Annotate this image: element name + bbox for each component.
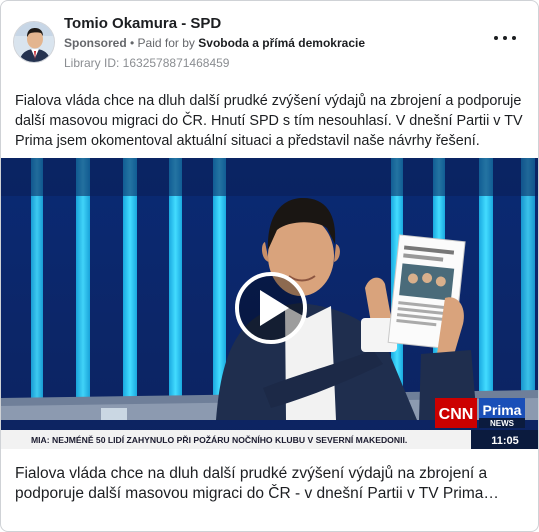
sponsor-line: Sponsored • Paid for by Svoboda a přímá … — [64, 36, 365, 50]
channel-logo: CNN Prima NEWS — [435, 398, 525, 428]
more-horizontal-icon — [494, 36, 498, 40]
avatar[interactable] — [13, 21, 55, 63]
post-header: Tomio Okamura - SPD Sponsored • Paid for… — [13, 13, 526, 73]
prima-logo-text: Prima — [483, 402, 522, 418]
clock-text: 11:05 — [491, 435, 519, 447]
page-name-link[interactable]: Tomio Okamura - SPD — [64, 15, 221, 32]
ad-post-card: Tomio Okamura - SPD Sponsored • Paid for… — [0, 0, 539, 532]
video-player[interactable]: CNN Prima NEWS MIA: NEJMÉNĚ 50 LIDÍ ZAHY… — [1, 158, 538, 449]
avatar-image — [14, 22, 54, 62]
funder-link[interactable]: Svoboda a přímá demokracie — [198, 36, 365, 50]
play-button[interactable] — [235, 272, 307, 344]
link-caption[interactable]: Fialova vláda chce na dluh další prudké … — [15, 464, 525, 504]
paid-for-label: • Paid for by — [130, 36, 195, 50]
cnn-logo-text: CNN — [439, 406, 474, 423]
video-frame: CNN Prima NEWS MIA: NEJMÉNĚ 50 LIDÍ ZAHY… — [1, 158, 538, 449]
news-ticker: MIA: NEJMÉNĚ 50 LIDÍ ZAHYNULO PŘI POŽÁRU… — [1, 430, 538, 449]
more-options-button[interactable] — [494, 31, 516, 45]
ticker-text: MIA: NEJMÉNĚ 50 LIDÍ ZAHYNULO PŘI POŽÁRU… — [31, 434, 407, 445]
library-id: Library ID: 1632578871468459 — [64, 56, 230, 70]
news-logo-text: NEWS — [490, 419, 515, 428]
post-body-text: Fialova vláda chce na dluh další prudké … — [15, 93, 523, 149]
sponsored-label: Sponsored — [64, 36, 127, 50]
